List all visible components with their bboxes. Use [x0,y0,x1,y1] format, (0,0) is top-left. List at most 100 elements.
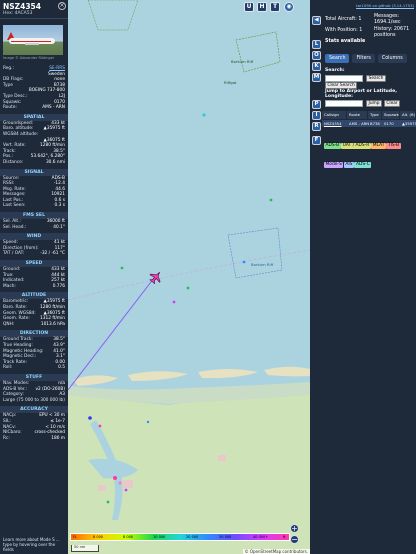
info-row-label: Large (75 000 to 300 000 lb) [3,397,65,403]
zoom-in-button[interactable]: + [290,524,299,533]
map-canvas[interactable] [68,0,310,554]
filter-badge-mlat[interactable]: MLAT [371,142,386,149]
legend-unit-right: ft [283,535,286,539]
marker-12[interactable] [106,500,110,504]
marker-7[interactable] [88,416,92,420]
info-row-label: WGS84 altitude: [3,131,39,137]
info-row-altitude: QNH: 1013.6 hPa [0,322,68,328]
col-squawk[interactable]: Squawk [382,111,400,119]
row-route: AMS - ARN [349,121,370,126]
side-button-k[interactable]: K [312,62,321,71]
aircraft-table-header: Callsign Route Type Squawk Alt. (ft) [322,111,416,119]
with-position: With Position: 1 [325,28,363,33]
stats-available-link[interactable]: Stats available [325,39,365,45]
marker-1[interactable] [202,113,206,117]
info-row-label: Last Seen: [3,203,26,209]
filter-badge-uat-ads-r[interactable]: UAT / ADS-R [341,142,371,149]
tab-search[interactable]: Search [325,54,350,63]
side-button-i[interactable]: I [312,111,321,120]
history-positions: History: 20671 positions [374,27,410,38]
info-sections: SPATIAL Groundspeed: 433 kt Baro. altitude:… [0,113,68,442]
label-riffgat: Riffgat [224,80,237,85]
info-row-value: -32 / -61 °C [40,251,65,257]
collapse-panel-icon[interactable]: ◀ [312,16,321,25]
map-button-h[interactable]: H [257,2,267,12]
side-button-r[interactable]: R [312,122,321,131]
town-delfzijl [98,485,106,491]
side-button-m[interactable]: M [312,73,321,82]
info-footer: Learn more about Mode S ... type by hove… [0,535,68,554]
legend-tick-6: 40 000+ [253,535,269,539]
marker-11[interactable] [124,488,128,492]
side-button-f[interactable]: F [312,136,321,145]
filter-badge-tis-b[interactable]: TIS-B [386,142,401,149]
col-route[interactable]: Route [347,111,368,119]
info-row-label: Sel. Head.: [3,224,27,230]
map-view[interactable]: Borkum Riff Borkum Riff Riffgat U H T ◉ … [68,0,310,554]
marker-2[interactable] [269,198,273,202]
marker-10[interactable] [118,481,122,485]
info-row-signal: Last Seen: 0.3 s [0,203,68,209]
row-altitude: ▲35975 [402,121,416,126]
clear-button[interactable]: Clear [384,100,400,107]
marker-14[interactable] [146,420,150,424]
search-input[interactable] [325,75,363,82]
filter-badge-ais[interactable]: AIS [343,161,354,168]
search-label: Search: [325,68,345,73]
marker-8[interactable] [98,424,102,428]
info-row-stuff: Large (75 000 to 300 000 lb) [0,398,68,404]
info-row-label: TAT / OAT: [3,251,25,257]
jump-label: Jump to Airport or Latitude, Longitude: [325,89,397,99]
map-button-t[interactable]: T [270,2,280,12]
info-row-value: 0.3 s [54,203,65,209]
info-row-value: 30.6 nmi [45,159,65,165]
info-row-value: 0.776 [52,283,65,289]
total-aircraft: Total Aircraft: 1 [325,17,362,22]
filter-badge-ads-b[interactable]: ADS-B [324,142,341,149]
marker-4[interactable] [242,260,246,264]
tab-filters[interactable]: Filters [352,54,375,63]
panel-main: tar1090 on github (3.14.1753) Total Airc… [322,0,416,554]
side-button-p[interactable]: P [312,100,321,109]
info-row-value: ▲35975 ft [43,126,65,132]
map-scale: 50 nm [71,545,99,552]
legend-tick-5: 30 000 [219,535,232,539]
layers-icon[interactable]: ◉ [284,2,294,12]
jump-input[interactable] [325,100,363,107]
row-callsign[interactable]: NSZ4354 [322,120,347,127]
filter-badge-ads-c[interactable]: ADS-C [354,161,372,168]
legend-tick-2: 8 000 [123,535,134,539]
col-altitude[interactable]: Alt. (ft) [400,111,416,119]
info-row-value: 186 m [51,435,65,441]
close-icon[interactable]: × [58,2,66,10]
section-fms-title: FMS SEL [0,212,68,220]
info-row-label: Distance: [3,159,24,165]
table-row[interactable]: NSZ4354 AMS - ARN B738 0170 ▲35975 [322,120,416,127]
info-row-label: QNH: [3,321,15,327]
side-button-l[interactable]: L [312,40,321,49]
marker-6[interactable] [172,300,176,304]
col-callsign[interactable]: Callsign [322,111,347,119]
aircraft-info-panel: NSZ4354 Hex: 4ACA53 × Image © Alexander … [0,0,68,554]
info-row-accuracy: Rc: 186 m [0,436,68,442]
filter-badge-mode-s[interactable]: Mode-S [324,161,344,168]
side-button-o[interactable]: O [312,51,321,60]
map-button-u[interactable]: U [244,2,254,12]
search-button[interactable]: Search [366,75,386,82]
marker-5[interactable] [186,286,190,290]
label-borkum: Borkum Riff [251,262,274,267]
zoom-out-button[interactable]: − [290,535,299,544]
jump-button[interactable]: Jump [366,100,382,107]
col-type[interactable]: Type [368,111,382,119]
info-row-value: 40.1° [53,224,65,230]
clear-search-button[interactable]: Clear Search [325,82,357,89]
github-link[interactable]: tar1090 on github (3.14.1753) [356,3,414,8]
marker-3[interactable] [120,266,124,270]
info-row-value: 1013.6 hPa [40,321,65,327]
tab-columns[interactable]: Columns [377,54,407,63]
panel-tabs: Search Filters Columns [325,54,407,63]
map-attribution[interactable]: © OpenStreetMap contributors. [242,549,310,554]
marker-9[interactable] [113,476,117,480]
aircraft-photo[interactable] [3,25,63,55]
messages-rate: Messages: 1694.1/sec [374,14,401,25]
